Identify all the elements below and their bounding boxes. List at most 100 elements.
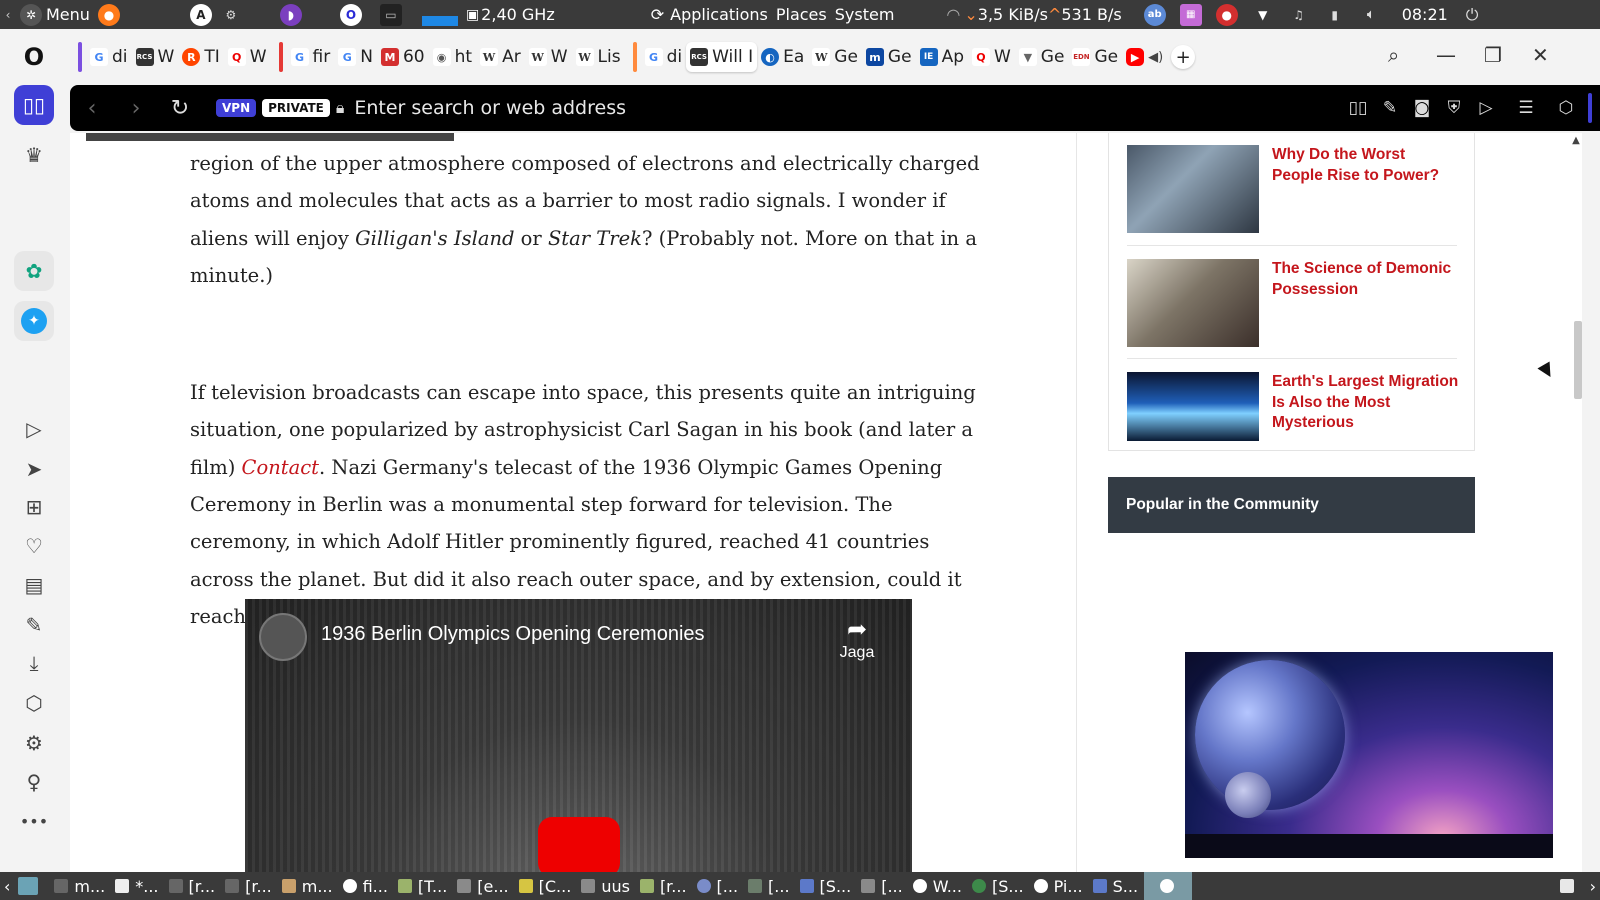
tab[interactable]: EDN Ge <box>1068 42 1122 72</box>
show-desktop-button[interactable] <box>14 872 50 900</box>
trash-button[interactable] <box>1556 872 1586 900</box>
reader-mode-icon[interactable]: ▯▯ <box>1342 98 1374 118</box>
adblock-shield-icon[interactable]: ⛨ <box>1438 98 1470 118</box>
volume-icon[interactable]: 🔈︎ <box>1360 4 1382 26</box>
play-button[interactable] <box>538 817 620 872</box>
taskbar-window[interactable]: Pi... <box>1030 872 1089 900</box>
tab[interactable]: W Lis <box>572 42 625 72</box>
tab[interactable]: W Ar <box>476 42 525 72</box>
clock[interactable]: 08:21 <box>1398 0 1452 29</box>
firefox-launcher[interactable]: ● <box>94 0 124 29</box>
tab[interactable]: W Ge <box>808 42 862 72</box>
profile-indicator[interactable] <box>1588 93 1592 123</box>
youtube-audio-tab[interactable]: ▶ ◀) <box>1122 42 1167 72</box>
menu-button[interactable]: ✲ Menu <box>16 0 94 29</box>
video-title[interactable]: 1936 Berlin Olympics Opening Ceremonies <box>321 623 705 646</box>
sidebar-settings-icon[interactable]: ⚙ <box>14 723 54 763</box>
tab[interactable]: WW <box>525 42 572 72</box>
taskbar-window[interactable]: [... <box>693 872 745 900</box>
taskbar-window[interactable]: [S... <box>796 872 858 900</box>
back-button[interactable]: ‹ <box>70 96 114 121</box>
taskbar-right-arrow-icon[interactable]: › <box>1586 872 1600 900</box>
taskbar-window[interactable]: W... <box>909 872 968 900</box>
related-title[interactable]: The Science of Demonic Possession <box>1272 259 1460 300</box>
taskbar-window[interactable]: [T... <box>394 872 453 900</box>
sidebar-news-icon[interactable]: ▤ <box>14 565 54 605</box>
tab[interactable]: RCS W <box>132 42 179 72</box>
page-scrollbar[interactable] <box>1570 133 1582 872</box>
sidebar-player-icon[interactable]: ▷ <box>14 409 54 449</box>
sidebar-aria-icon[interactable]: ♛ <box>14 135 54 175</box>
tab-search-icon[interactable]: ⌕ <box>1388 43 1399 67</box>
keyboard-layout-icon[interactable]: ab <box>1143 3 1166 26</box>
taskbar-window[interactable]: m... <box>50 872 111 900</box>
taskbar-window[interactable]: [r... <box>221 872 278 900</box>
lock-icon[interactable]: 🔒︎ <box>336 98 345 118</box>
tab[interactable]: QW <box>968 42 1015 72</box>
tab[interactable]: M 60 <box>377 42 429 72</box>
places-menu[interactable]: Places <box>772 0 831 29</box>
sidebar-tab-grid-icon[interactable]: ⊞ <box>14 487 54 527</box>
sidebar-send-icon[interactable]: ➤ <box>14 449 54 489</box>
opera-logo-icon[interactable]: O <box>14 37 54 77</box>
tab[interactable]: IE Ap <box>916 42 968 72</box>
taskbar-window[interactable]: [... <box>744 872 796 900</box>
tab-active[interactable]: RCS Will I <box>686 42 758 72</box>
sidebar-pinboard-icon[interactable]: ✎ <box>14 605 54 645</box>
tab[interactable]: R TI <box>178 42 223 72</box>
taskbar-window[interactable]: [S... <box>968 872 1030 900</box>
sidebar-chatgpt-icon[interactable]: ✿ <box>14 251 54 291</box>
taskbar-left-arrow-icon[interactable]: ‹ <box>0 872 14 900</box>
reload-button[interactable]: ↻ <box>158 96 202 121</box>
snapshot-icon[interactable]: ◙ <box>1406 98 1438 118</box>
tab[interactable]: m Ge <box>862 42 916 72</box>
gears-launcher[interactable]: ⚙ <box>216 0 246 29</box>
close-button[interactable]: ✕ <box>1532 43 1549 67</box>
send-icon[interactable]: ▷ <box>1470 98 1502 118</box>
terminal-launcher[interactable]: ▭ <box>376 0 406 29</box>
taskbar-window[interactable]: uus <box>577 872 636 900</box>
sidebar-heart-icon[interactable]: ♡ <box>14 526 54 566</box>
tab[interactable]: GN <box>334 42 377 72</box>
taskbar-window[interactable]: [r... <box>165 872 222 900</box>
related-title[interactable]: Earth's Largest Migration Is Also the Mo… <box>1272 372 1460 434</box>
scrollbar-thumb[interactable] <box>1574 321 1582 399</box>
related-thumbnail[interactable] <box>1127 259 1259 347</box>
maximize-button[interactable]: ❐ <box>1484 43 1502 67</box>
taskbar-window-active[interactable] <box>1144 872 1193 900</box>
tab[interactable]: ◉ ht <box>429 42 476 72</box>
share-button[interactable]: ➦ Jaga <box>835 615 879 662</box>
minimize-button[interactable]: — <box>1436 43 1456 67</box>
app-launcher-a[interactable]: A <box>186 0 216 29</box>
tab[interactable]: Gdi <box>86 42 132 72</box>
media-icon[interactable]: ▦ <box>1179 3 1202 26</box>
sidebar-cube-icon[interactable]: ⬡ <box>14 683 54 723</box>
scroll-up-icon[interactable]: ▲ <box>1570 135 1582 146</box>
channel-avatar[interactable] <box>259 613 307 661</box>
youtube-embed[interactable]: 1936 Berlin Olympics Opening Ceremonies … <box>245 599 912 872</box>
panel-left-arrow-icon[interactable]: ‹ <box>0 0 16 29</box>
podcast-launcher[interactable]: ◗ <box>276 0 306 29</box>
related-thumbnail[interactable] <box>1127 145 1259 233</box>
address-input[interactable]: Enter search or web address <box>354 97 1342 119</box>
pip-video-window[interactable] <box>1185 652 1553 858</box>
notification-bell-icon[interactable]: ♫ <box>1288 4 1310 26</box>
taskbar-window[interactable]: *... <box>111 872 164 900</box>
taskbar-window[interactable]: [... <box>857 872 909 900</box>
system-menu[interactable]: System <box>831 0 899 29</box>
extensions-cube-icon[interactable]: ⬡ <box>1550 98 1582 118</box>
taskbar-window[interactable]: [r... <box>636 872 693 900</box>
taskbar-window[interactable]: fi... <box>339 872 394 900</box>
pinboard-icon[interactable]: ✎ <box>1374 98 1406 118</box>
opera-launcher[interactable]: O <box>336 0 366 29</box>
related-thumbnail[interactable] <box>1127 372 1259 441</box>
sidebar-download-icon[interactable]: ⤓ <box>14 643 54 683</box>
new-tab-button[interactable]: + <box>1167 42 1199 72</box>
related-title[interactable]: Why Do the Worst People Rise to Power? <box>1272 145 1460 186</box>
tab[interactable]: Gfir <box>287 42 335 72</box>
tab[interactable]: ◐ Ea <box>757 42 808 72</box>
forward-button[interactable]: › <box>114 96 158 121</box>
wifi-signal-icon[interactable]: ▼ <box>1252 4 1274 26</box>
power-button[interactable]: ⏻ <box>1462 0 1483 29</box>
taskbar-window[interactable]: [e... <box>453 872 514 900</box>
